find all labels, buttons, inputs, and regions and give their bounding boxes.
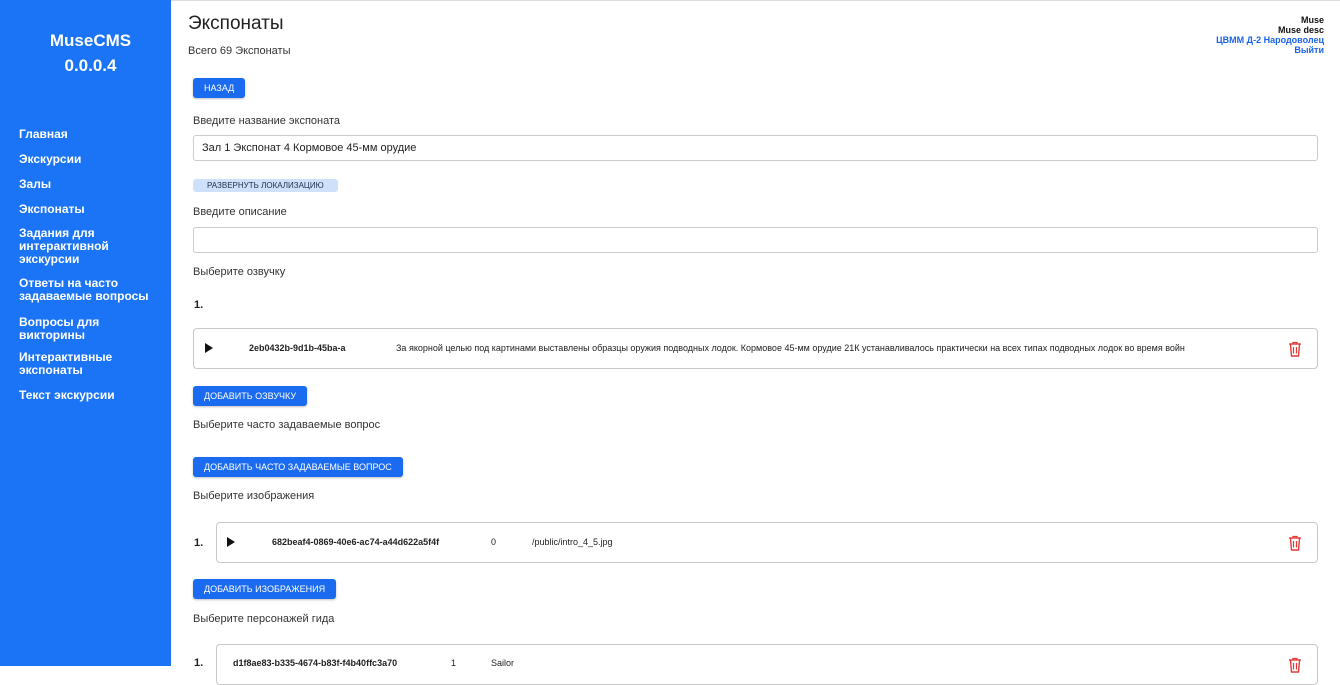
sidebar-item-interactive-tasks[interactable]: Задания для интерактивной экскурсии: [19, 227, 124, 266]
sidebar-item-home[interactable]: Главная: [19, 128, 164, 141]
exhibit-name-input[interactable]: Зал 1 Экспонат 4 Кормовое 45-мм орудие: [193, 135, 1318, 161]
logout-link[interactable]: Выйти: [1216, 45, 1324, 55]
brand-name: MuseCMS: [49, 31, 132, 50]
audio-item-text: За якорной целью под картинами выставлен…: [396, 343, 1185, 353]
play-icon[interactable]: [205, 343, 213, 353]
user-name: Muse: [1300, 15, 1324, 25]
trash-icon[interactable]: [1288, 657, 1302, 673]
sidebar: MuseCMS 0.0.0.4 Главная Экскурсии Залы Э…: [0, 0, 171, 666]
add-faq-button[interactable]: Добавить часто задаваемые вопрос: [193, 457, 403, 477]
exhibit-name-label: Введите название экспоната: [193, 115, 341, 127]
main-content: Экспонаты Всего 69 Экспонаты Muse Muse d…: [171, 0, 1340, 685]
image-index: 1.: [194, 537, 204, 549]
audio-index: 1.: [194, 299, 204, 311]
guide-item: d1f8ae83-b335-4674-b83f-f4b40ffc3a70 1 S…: [216, 644, 1318, 685]
guide-label: Выберите персонажей гида: [193, 613, 335, 625]
add-audio-button[interactable]: Добавить озвучку: [193, 386, 308, 406]
trash-icon[interactable]: [1288, 341, 1302, 357]
sidebar-item-quiz-questions[interactable]: Вопросы для викторины: [19, 316, 114, 342]
page-title: Экспонаты: [188, 13, 284, 34]
sidebar-item-interactive-exhibits[interactable]: Интерактивные экспонаты: [19, 351, 119, 377]
back-button[interactable]: Назад: [193, 78, 246, 98]
audio-item-id: 2eb0432b-9d1b-45ba-a: [249, 343, 346, 353]
guide-item-order: 1: [451, 658, 457, 668]
brand-version: 0.0.0.4: [64, 56, 117, 75]
user-desc: Muse desc: [1277, 25, 1324, 35]
sidebar-item-excursion-text[interactable]: Текст экскурсии: [19, 389, 164, 402]
images-label: Выберите изображения: [193, 490, 315, 502]
image-item-path: /public/intro_4_5.jpg: [532, 537, 613, 547]
user-info: Muse Muse desc ЦВММ Д-2 Народоволец Выйт…: [1216, 15, 1324, 55]
add-images-button[interactable]: Добавить изображения: [193, 579, 337, 599]
user-org-link[interactable]: ЦВММ Д-2 Народоволец: [1216, 35, 1324, 45]
image-item-order: 0: [491, 537, 497, 547]
brand: MuseCMS 0.0.0.4: [10, 28, 171, 78]
audio-item: 2eb0432b-9d1b-45ba-a За якорной целью по…: [193, 328, 1318, 369]
trash-icon[interactable]: [1288, 535, 1302, 551]
guide-index: 1.: [194, 657, 204, 669]
play-icon[interactable]: [227, 537, 235, 547]
description-input[interactable]: [193, 227, 1318, 253]
guide-item-id: d1f8ae83-b335-4674-b83f-f4b40ffc3a70: [233, 658, 398, 668]
sidebar-item-excursions[interactable]: Экскурсии: [19, 153, 164, 166]
image-item-id: 682beaf4-0869-40e6-ac74-a44d622a5f4f: [272, 537, 440, 547]
sidebar-item-halls[interactable]: Залы: [19, 178, 164, 191]
sidebar-item-exhibits[interactable]: Экспонаты: [19, 203, 164, 216]
top-divider: [171, 0, 1340, 1]
page-subtitle: Всего 69 Экспонаты: [188, 45, 291, 57]
faq-label: Выберите часто задаваемые вопрос: [193, 419, 381, 431]
sidebar-item-faq-answers[interactable]: Ответы на часто задаваемые вопросы: [19, 277, 149, 303]
description-label: Введите описание: [193, 206, 287, 218]
guide-item-name: Sailor: [491, 658, 515, 668]
audio-label: Выберите озвучку: [193, 266, 286, 278]
image-item: 682beaf4-0869-40e6-ac74-a44d622a5f4f 0 /…: [216, 522, 1318, 563]
expand-localization-button[interactable]: Развернуть локализацию: [193, 179, 338, 192]
